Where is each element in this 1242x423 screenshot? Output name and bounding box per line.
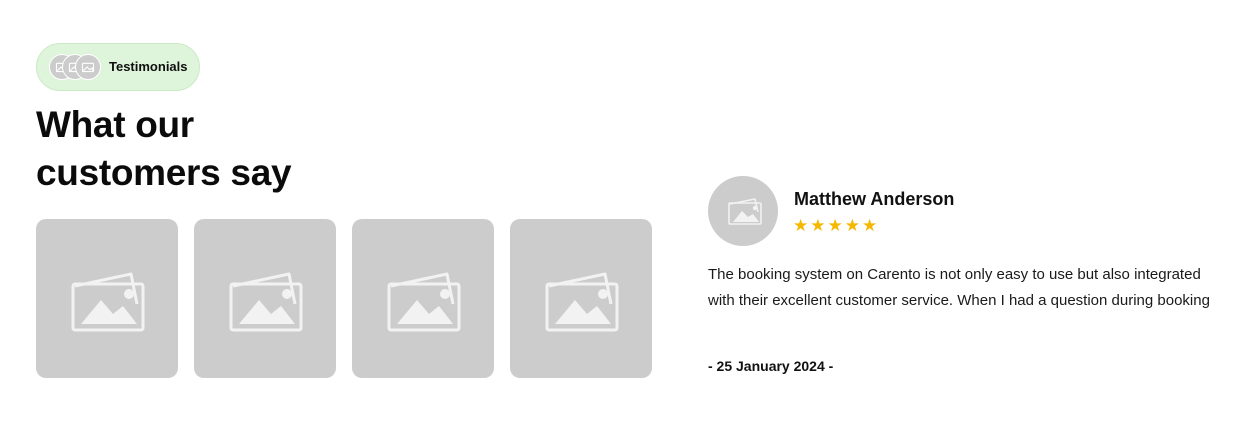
star-icon: ★ <box>844 216 860 235</box>
customer-thumbnail-2[interactable] <box>194 219 336 378</box>
star-icon: ★ <box>827 216 843 235</box>
customer-thumbnail-3[interactable] <box>352 219 494 378</box>
customer-thumbnail-4[interactable] <box>510 219 652 378</box>
image-placeholder-icon <box>545 272 619 332</box>
section-title-line-1: What our <box>36 104 194 145</box>
image-placeholder-icon <box>71 272 145 332</box>
testimonials-badge: Testimonials <box>36 43 200 91</box>
avatar-placeholder-icon <box>75 54 101 80</box>
customer-thumbnail-1[interactable] <box>36 219 178 378</box>
testimonial-quote: The booking system on Carento is not onl… <box>708 266 1210 309</box>
image-placeholder-icon <box>229 272 303 332</box>
section-title-line-2: customers say <box>36 152 292 193</box>
testimonial-date: - 25 January 2024 - <box>708 358 834 374</box>
rating-stars: ★ ★ ★ ★ ★ <box>793 217 877 235</box>
star-icon: ★ <box>793 216 809 235</box>
reviewer-avatar <box>708 176 778 246</box>
star-icon: ★ <box>862 216 878 235</box>
reviewer-name: Matthew Anderson <box>794 189 955 209</box>
section-title: What our customers say <box>36 101 292 197</box>
image-placeholder-icon <box>728 198 762 225</box>
star-icon: ★ <box>810 216 826 235</box>
image-placeholder-icon <box>387 272 461 332</box>
badge-label: Testimonials <box>109 59 188 74</box>
